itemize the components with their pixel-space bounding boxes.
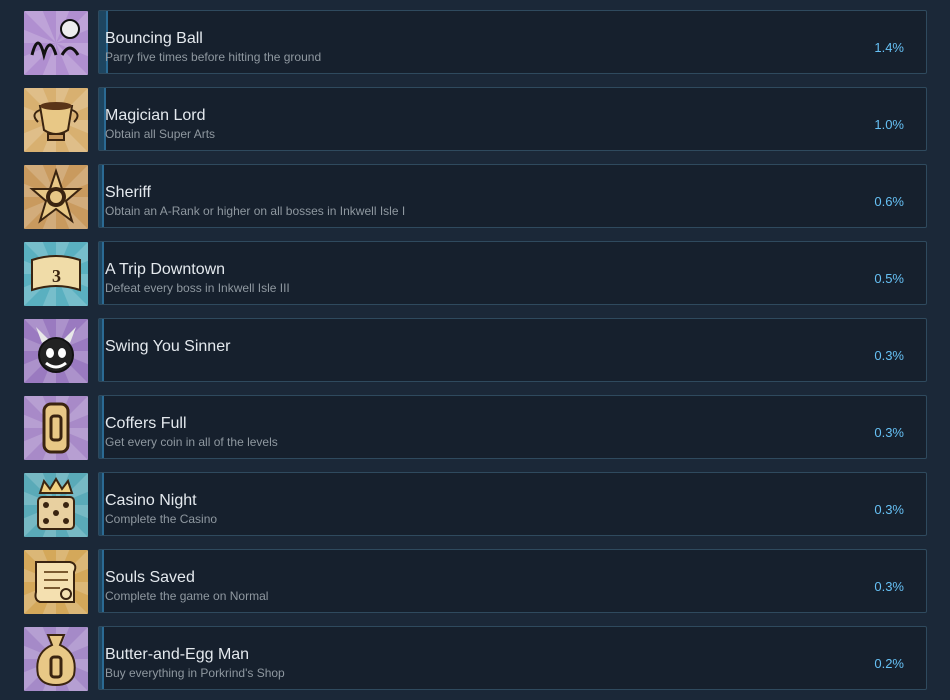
unlock-progress-bar <box>99 396 104 458</box>
trophy-cup-icon <box>24 88 88 152</box>
crowned-dice-icon <box>24 473 88 537</box>
achievement-panel: A Trip Downtown Defeat every boss in Inkw… <box>98 241 927 305</box>
achievement-title: Casino Night <box>105 492 197 509</box>
unlock-percent: 0.3% <box>874 425 904 440</box>
unlock-percent: 1.0% <box>874 117 904 132</box>
devil-head-icon <box>24 319 88 383</box>
unlock-progress-bar <box>99 319 104 381</box>
achievement-title: Sheriff <box>105 184 151 201</box>
unlock-progress-bar <box>99 165 104 227</box>
unlock-percent: 0.6% <box>874 194 904 209</box>
achievement-description: Parry five times before hitting the grou… <box>105 50 322 64</box>
unlock-progress-bar <box>99 627 104 689</box>
achievement-description: Get every coin in all of the levels <box>105 435 278 449</box>
map-scroll-icon: 3 <box>24 242 88 306</box>
achievement-row: Sheriff Obtain an A-Rank or higher on all… <box>0 164 950 230</box>
svg-text:3: 3 <box>52 266 61 286</box>
achievement-description: Obtain an A-Rank or higher on all bosses… <box>105 204 406 218</box>
unlock-percent: 0.2% <box>874 656 904 671</box>
unlock-percent: 0.3% <box>874 579 904 594</box>
achievement-title: Bouncing Ball <box>105 30 203 47</box>
unlock-percent: 1.4% <box>874 40 904 55</box>
contract-scroll-icon <box>24 550 88 614</box>
achievement-panel: Coffers Full Get every coin in all of the… <box>98 395 927 459</box>
achievement-description: Complete the Casino <box>105 512 218 526</box>
achievement-title: A Trip Downtown <box>105 261 226 278</box>
achievement-panel: Swing You Sinner 0.3% <box>98 318 927 382</box>
unlock-percent: 0.3% <box>874 502 904 517</box>
achievement-title: Souls Saved <box>105 569 195 586</box>
achievement-description: Complete the game on Normal <box>105 589 269 603</box>
achievement-panel: Sheriff Obtain an A-Rank or higher on all… <box>98 164 927 228</box>
unlock-progress-bar <box>99 473 104 535</box>
achievement-panel: Souls Saved Complete the game on Normal 0.… <box>98 549 927 613</box>
achievement-panel: Bouncing Ball Parry five times before hit… <box>98 10 927 74</box>
coin-icon <box>24 396 88 460</box>
achievement-row: Swing You Sinner 0.3% <box>0 318 950 384</box>
achievement-row: Butter-and-Egg Man Buy everything in Pork… <box>0 626 950 692</box>
unlock-percent: 0.3% <box>874 348 904 363</box>
achievement-list: Bouncing Ball Parry five times before hit… <box>0 0 950 700</box>
achievement-title: Swing You Sinner <box>105 338 231 355</box>
money-bag-icon <box>24 627 88 691</box>
achievement-panel: Casino Night Complete the Casino 0.3% <box>98 472 927 536</box>
achievement-row: Coffers Full Get every coin in all of the… <box>0 395 950 461</box>
bouncing-ball-icon <box>24 11 88 75</box>
achievement-row: Souls Saved Complete the game on Normal 0.… <box>0 549 950 615</box>
unlock-percent: 0.5% <box>874 271 904 286</box>
achievement-description: Buy everything in Porkrind's Shop <box>105 666 285 680</box>
achievement-row: Magician Lord Obtain all Super Arts 1.0% <box>0 87 950 153</box>
sheriff-badge-icon <box>24 165 88 229</box>
achievement-row: Bouncing Ball Parry five times before hit… <box>0 10 950 76</box>
achievement-panel: Butter-and-Egg Man Buy everything in Pork… <box>98 626 927 690</box>
achievement-description: Defeat every boss in Inkwell Isle III <box>105 281 290 295</box>
achievement-title: Coffers Full <box>105 415 187 432</box>
achievement-panel: Magician Lord Obtain all Super Arts 1.0% <box>98 87 927 151</box>
achievement-title: Magician Lord <box>105 107 206 124</box>
achievement-row: 3 A Trip Downtown Defeat every boss in Ink… <box>0 241 950 307</box>
unlock-progress-bar <box>99 242 104 304</box>
achievement-description: Obtain all Super Arts <box>105 127 216 141</box>
unlock-progress-bar <box>99 550 104 612</box>
achievement-title: Butter-and-Egg Man <box>105 646 250 663</box>
achievement-row: Casino Night Complete the Casino 0.3% <box>0 472 950 538</box>
